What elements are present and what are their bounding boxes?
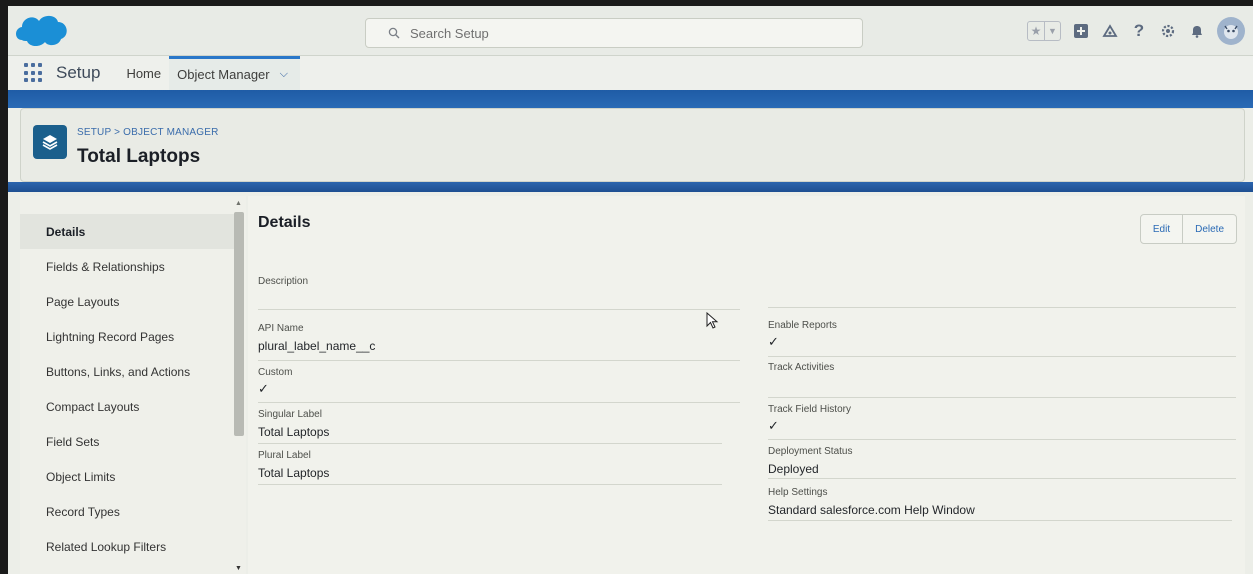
field-value: plural_label_name__c bbox=[258, 339, 376, 353]
tab-object-manager-label: Object Manager bbox=[177, 67, 270, 82]
field-label: Track Field History bbox=[768, 404, 851, 415]
checkmark-icon: ✓ bbox=[768, 334, 779, 349]
dropdown-icon[interactable]: ▼ bbox=[1044, 22, 1060, 40]
sidebar-item-record-types[interactable]: Record Types bbox=[20, 494, 234, 529]
avatar[interactable] bbox=[1217, 17, 1245, 45]
field-value: Total Laptops bbox=[258, 466, 330, 480]
salesforce-logo[interactable] bbox=[12, 10, 70, 50]
field-value: Deployed bbox=[768, 462, 819, 476]
app-launcher-icon[interactable] bbox=[24, 63, 44, 83]
search-input[interactable]: Search Setup bbox=[365, 18, 863, 48]
checkmark-icon: ✓ bbox=[768, 418, 779, 433]
plus-icon[interactable] bbox=[1072, 22, 1090, 40]
app-nav: Setup Home Object Manager ⌵ bbox=[8, 56, 1253, 90]
tab-home-label: Home bbox=[126, 65, 162, 81]
field-track-activities: Track Activities bbox=[768, 362, 1236, 398]
sidebar: Details Fields & Relationships Page Layo… bbox=[20, 196, 246, 574]
content-band bbox=[8, 182, 1253, 192]
field-custom: Custom ✓ bbox=[258, 367, 740, 403]
search-placeholder: Search Setup bbox=[410, 25, 489, 41]
settings-icon[interactable] bbox=[1159, 22, 1177, 40]
field-label: Plural Label bbox=[258, 450, 311, 461]
field-description: Description bbox=[258, 276, 740, 310]
field-singular-label: Singular Label Total Laptops bbox=[258, 409, 722, 444]
sidebar-list: Details Fields & Relationships Page Layo… bbox=[20, 214, 234, 564]
field-deployment-status: Deployment Status Deployed bbox=[768, 446, 1236, 479]
object-header: SETUP > OBJECT MANAGER Total Laptops bbox=[20, 108, 1245, 182]
sidebar-item-lightning-record-pages[interactable]: Lightning Record Pages bbox=[20, 319, 234, 354]
chevron-down-icon[interactable]: ⌵ bbox=[280, 68, 288, 81]
sidebar-item-fields-relationships[interactable]: Fields & Relationships bbox=[20, 249, 234, 284]
delete-button[interactable]: Delete bbox=[1182, 215, 1236, 243]
sidebar-item-field-sets[interactable]: Field Sets bbox=[20, 424, 234, 459]
sidebar-item-details[interactable]: Details bbox=[20, 214, 234, 249]
field-label: Description bbox=[258, 276, 309, 287]
header-icons: ★ ▼ ? bbox=[1027, 16, 1245, 46]
field-enable-reports: Enable Reports ✓ bbox=[768, 320, 1236, 357]
layers-icon bbox=[33, 125, 67, 159]
tab-object-manager[interactable]: Object Manager ⌵ bbox=[169, 56, 300, 90]
help-icon[interactable]: ? bbox=[1130, 21, 1148, 40]
checkmark-icon: ✓ bbox=[258, 381, 269, 396]
scroll-up-icon[interactable]: ▲ bbox=[235, 200, 242, 207]
field-label: Singular Label bbox=[258, 409, 322, 420]
field-label: Custom bbox=[258, 367, 293, 378]
bell-icon[interactable] bbox=[1188, 22, 1206, 40]
search-icon bbox=[388, 27, 400, 39]
field-api-name: API Name plural_label_name__c bbox=[258, 323, 740, 361]
star-icon[interactable]: ★ bbox=[1028, 22, 1044, 40]
global-header: Search Setup ★ ▼ ? bbox=[8, 6, 1253, 56]
field-help-settings: Help Settings Standard salesforce.com He… bbox=[768, 487, 1232, 521]
section-title: Details bbox=[258, 214, 311, 231]
field-description-right-divider bbox=[768, 276, 1236, 308]
field-label: Enable Reports bbox=[768, 320, 837, 331]
sidebar-scrollbar[interactable]: ▲ ▼ bbox=[234, 200, 244, 572]
action-buttons: Edit Delete bbox=[1139, 214, 1237, 244]
app-name: Setup bbox=[56, 63, 101, 82]
field-label: Help Settings bbox=[768, 487, 828, 498]
details-panel: Details Edit Delete Description API Name… bbox=[248, 196, 1245, 574]
field-value: Total Laptops bbox=[258, 425, 330, 439]
mouse-cursor-icon bbox=[706, 312, 719, 329]
favorites-group: ★ ▼ bbox=[1027, 21, 1061, 41]
header-band bbox=[8, 90, 1253, 108]
field-plural-label: Plural Label Total Laptops bbox=[258, 450, 722, 485]
scroll-thumb[interactable] bbox=[234, 212, 244, 436]
sidebar-item-related-lookup-filters[interactable]: Related Lookup Filters bbox=[20, 529, 234, 564]
scroll-down-icon[interactable]: ▼ bbox=[235, 565, 242, 572]
breadcrumb[interactable]: SETUP > OBJECT MANAGER bbox=[77, 127, 219, 138]
tab-home[interactable]: Home bbox=[118, 56, 169, 90]
field-value: Standard salesforce.com Help Window bbox=[768, 503, 975, 517]
field-label: Deployment Status bbox=[768, 446, 853, 457]
edit-button[interactable]: Edit bbox=[1141, 215, 1182, 243]
trailhead-icon[interactable] bbox=[1101, 22, 1119, 40]
sidebar-item-compact-layouts[interactable]: Compact Layouts bbox=[20, 389, 234, 424]
sidebar-item-page-layouts[interactable]: Page Layouts bbox=[20, 284, 234, 319]
field-track-field-history: Track Field History ✓ bbox=[768, 404, 1236, 440]
sidebar-item-buttons-links-actions[interactable]: Buttons, Links, and Actions bbox=[20, 354, 234, 389]
field-label: Track Activities bbox=[768, 362, 835, 373]
page-title: Total Laptops bbox=[77, 146, 201, 167]
screen: Search Setup ★ ▼ ? Setup Home Object Man… bbox=[8, 6, 1253, 574]
field-label: API Name bbox=[258, 323, 304, 334]
sidebar-item-object-limits[interactable]: Object Limits bbox=[20, 459, 234, 494]
